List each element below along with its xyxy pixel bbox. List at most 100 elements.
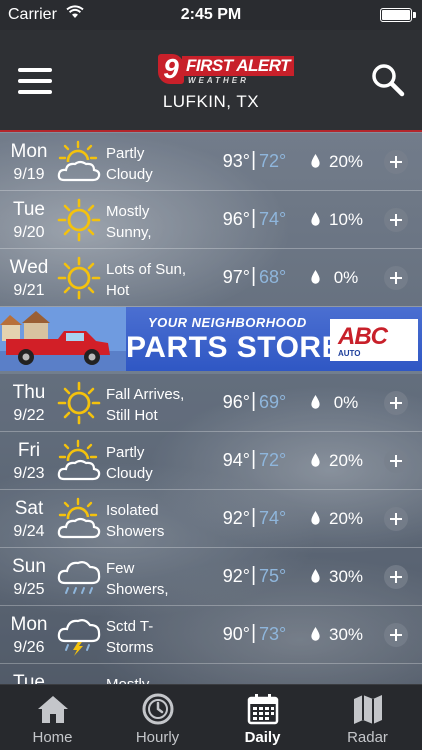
forecast-desc-line2: Still Hot xyxy=(106,407,158,424)
temp-separator: | xyxy=(251,622,257,644)
temp-separator: | xyxy=(251,207,257,229)
forecast-desc-line1: Mostly xyxy=(106,203,150,220)
expand-day-button[interactable] xyxy=(384,449,408,473)
forecast-row[interactable]: Fri 9/23 Partly Cloudy 94° | 72° 20% xyxy=(0,432,422,490)
showers-icon xyxy=(56,555,102,599)
high-temp: 94° xyxy=(222,450,250,470)
ad-headline: PARTS STORE xyxy=(126,331,343,364)
tab-bar: Home Hourly Daily Radar xyxy=(0,684,422,750)
forecast-desc-line1: Partly xyxy=(106,444,145,461)
calendar-icon xyxy=(247,694,279,725)
first-alert-logo: 9 FIRST ALERT WEATHER xyxy=(158,54,295,86)
forecast-day: Sat xyxy=(14,498,44,519)
forecast-desc-line2: Storms xyxy=(106,639,154,656)
tab-daily[interactable]: Daily xyxy=(210,685,315,750)
raindrop-icon xyxy=(311,395,320,409)
forecast-day: Wed xyxy=(9,257,49,278)
home-icon xyxy=(38,696,68,723)
sunny-icon xyxy=(56,256,102,300)
tab-label-daily: Daily xyxy=(244,729,281,746)
expand-day-button[interactable] xyxy=(384,150,408,174)
forecast-desc-line2: Sunny, xyxy=(106,224,152,241)
logo-text: FIRST ALERT xyxy=(182,56,295,76)
expand-day-button[interactable] xyxy=(384,208,408,232)
forecast-description: Mostly Sunny, xyxy=(106,201,206,243)
ad-tagline: YOUR NEIGHBORHOOD xyxy=(148,315,307,330)
forecast-desc-line2: Hot xyxy=(106,282,130,299)
forecast-day: Fri xyxy=(17,440,41,461)
low-temp: 68° xyxy=(259,267,287,287)
logo-number: 9 xyxy=(158,54,184,84)
location-label: LUFKIN, TX xyxy=(162,92,260,111)
forecast-date: 9/25 xyxy=(13,581,45,598)
high-temp: 96° xyxy=(222,209,250,229)
forecast-date: 9/26 xyxy=(13,639,45,656)
battery-icon xyxy=(380,8,416,22)
tab-label-radar: Radar xyxy=(347,729,388,746)
forecast-row[interactable]: Wed 9/21 Lots of Sun, Hot 97° | 68° 0% xyxy=(0,249,422,307)
search-icon xyxy=(372,64,405,97)
forecast-row[interactable]: Sat 9/24 Isolated Showers 92° | 74° 20% xyxy=(0,490,422,548)
expand-day-button[interactable] xyxy=(384,565,408,589)
precip-chance: 0% xyxy=(333,268,359,287)
forecast-row[interactable]: Sun 9/25 Few Showers, 92° | 75° 30% xyxy=(0,548,422,606)
forecast-desc-line2: Cloudy xyxy=(106,166,153,183)
temp-separator: | xyxy=(251,564,257,586)
sunny-icon xyxy=(56,198,102,242)
forecast-desc-line1: Isolated xyxy=(106,502,159,519)
search-button[interactable] xyxy=(370,62,406,98)
low-temp: 75° xyxy=(259,566,287,586)
expand-day-button[interactable] xyxy=(384,623,408,647)
low-temp: 74° xyxy=(259,508,287,528)
expand-day-button[interactable] xyxy=(384,266,408,290)
raindrop-icon xyxy=(311,212,320,226)
partly-cloudy-icon xyxy=(56,497,102,541)
forecast-desc-line1: Partly xyxy=(106,145,145,162)
forecast-day: Mon xyxy=(10,614,48,635)
clock-icon xyxy=(142,693,174,725)
tab-hourly[interactable]: Hourly xyxy=(105,685,210,750)
forecast-row[interactable]: Mon 9/26 Sctd T- Storms 90° | 73° 30% xyxy=(0,606,422,664)
high-temp: 92° xyxy=(222,508,250,528)
forecast-row[interactable]: Thu 9/22 Fall Arrives, Still Hot 96° | 69° 0% xyxy=(0,374,422,432)
map-icon xyxy=(354,695,382,724)
expand-day-button[interactable] xyxy=(384,391,408,415)
raindrop-icon xyxy=(311,453,320,467)
precip-chance: 0% xyxy=(333,393,359,412)
high-temp: 93° xyxy=(222,151,250,171)
forecast-desc-line2: Showers xyxy=(106,523,165,540)
expand-day-button[interactable] xyxy=(384,507,408,531)
partly-cloudy-icon xyxy=(56,140,102,184)
high-temp: 97° xyxy=(222,267,250,287)
temp-separator: | xyxy=(251,448,257,470)
high-temp: 96° xyxy=(222,392,250,412)
abc-auto-logo: ABC AUTO xyxy=(330,319,418,361)
forecast-desc-line1: Few xyxy=(106,560,135,577)
raindrop-icon xyxy=(311,511,320,525)
forecast-row[interactable]: Tue 9/20 Mostly Sunny, 96° | 74° 10% xyxy=(0,191,422,249)
menu-button[interactable] xyxy=(18,68,52,94)
forecast-description: Lots of Sun, Hot xyxy=(106,259,206,301)
tab-radar[interactable]: Radar xyxy=(315,685,420,750)
raindrop-icon xyxy=(311,627,320,641)
precip-chance: 20% xyxy=(328,451,364,470)
tab-home[interactable]: Home xyxy=(0,685,105,750)
forecast-row[interactable]: Mon 9/19 Partly Cloudy 93° | 72° 20% xyxy=(0,133,422,191)
forecast-description: Partly Cloudy xyxy=(106,143,206,185)
forecast-date: 9/24 xyxy=(13,523,45,540)
ad-banner[interactable]: YOUR NEIGHBORHOOD PARTS STORE ABC AUTO xyxy=(0,307,422,371)
status-time: 2:45 PM xyxy=(180,6,242,23)
temp-separator: | xyxy=(251,149,257,171)
forecast-desc-line1: Lots of Sun, xyxy=(106,261,187,278)
precip-chance: 20% xyxy=(328,152,364,171)
low-temp: 73° xyxy=(259,624,287,644)
forecast-date: 9/22 xyxy=(13,407,45,424)
temp-separator: | xyxy=(251,390,257,412)
forecast-description: Isolated Showers xyxy=(106,500,206,542)
forecast-date: 9/23 xyxy=(13,465,45,482)
high-temp: 90° xyxy=(222,624,250,644)
forecast-desc-line1: Fall Arrives, xyxy=(106,386,185,403)
temp-separator: | xyxy=(251,265,257,287)
forecast-day: Sun xyxy=(12,556,46,577)
forecast-desc-line2: Cloudy xyxy=(106,465,153,482)
